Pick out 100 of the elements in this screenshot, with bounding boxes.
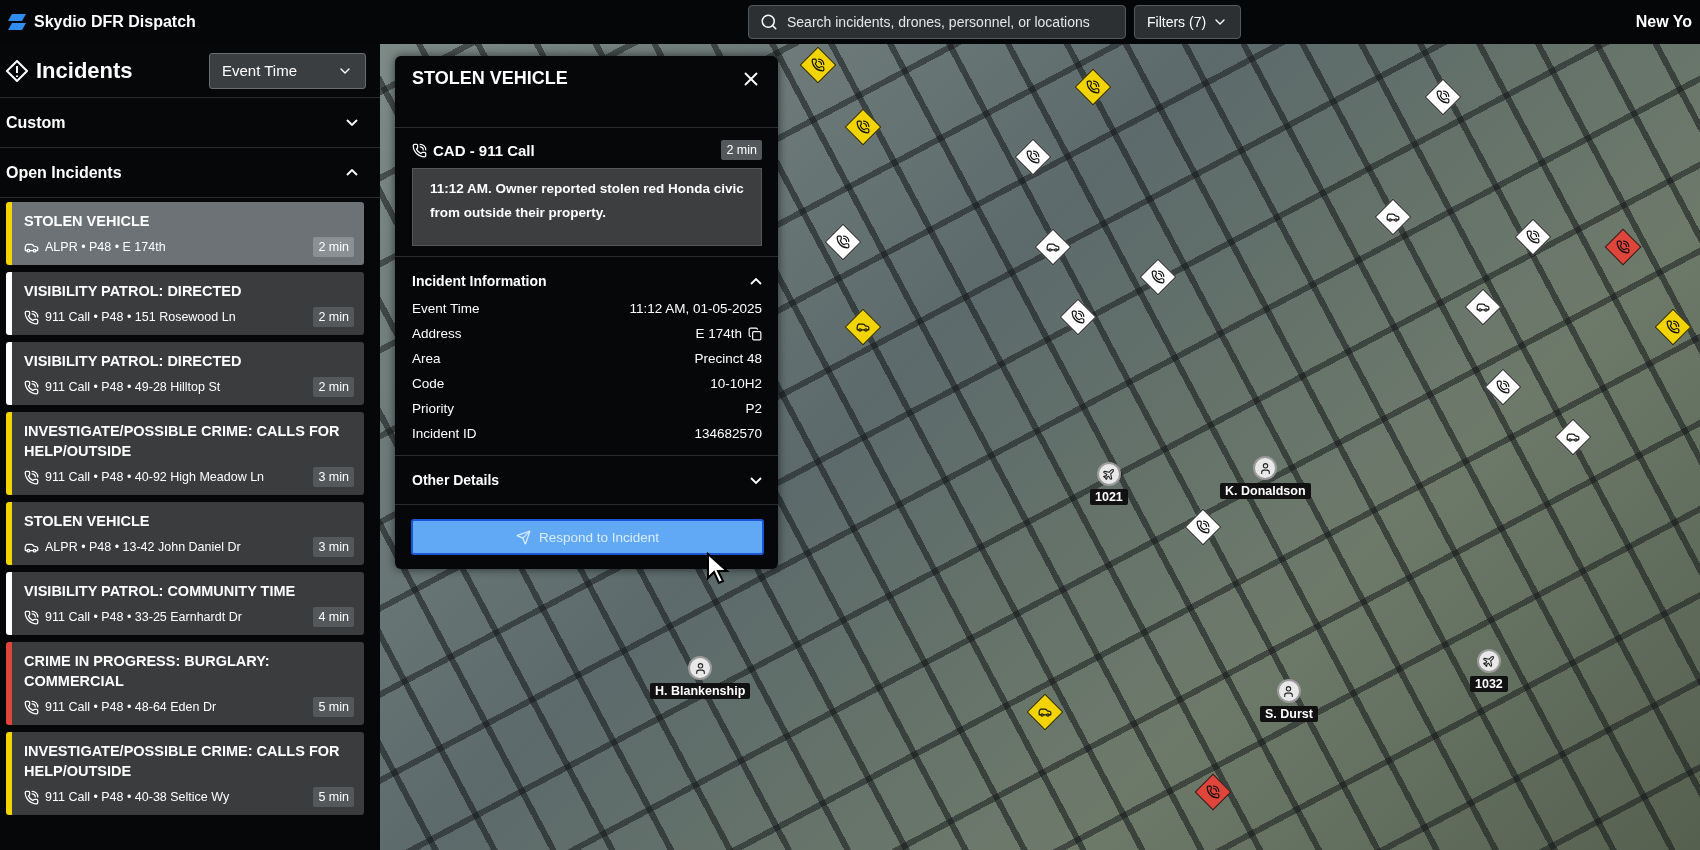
unit-label: 1021 [1090,489,1128,505]
incident-title: INVESTIGATE/POSSIBLE CRIME: CALLS FOR HELP/OUTSIDE [24,422,341,461]
phone-icon [856,120,870,134]
incident-card[interactable]: CRIME IN PROGRESS: BURGLARY: COMMERCIAL 911 Call • P48 • 48-64 Eden Dr 5 min [6,642,364,725]
source-label: CAD - 911 Call [433,141,536,159]
incidents-title: Incidents [36,57,134,84]
incident-age: 3 min [313,537,354,557]
phone-icon [412,142,427,158]
phone-icon [24,379,39,395]
officer-marker[interactable] [1253,456,1278,480]
group-header[interactable]: Custom [0,98,380,148]
car-icon [1038,705,1052,719]
person-icon [693,661,707,675]
incident-title: CRIME IN PROGRESS: BURGLARY: COMMERCIAL [24,652,271,691]
location-label: New Yo [1635,13,1692,31]
officer-marker[interactable] [688,656,713,680]
phone-icon [24,789,39,805]
incident-meta: 911 Call • P48 • 40-92 High Meadow Ln [45,470,266,484]
info-value: 11:12 AM, 01-05-2025 [629,301,762,316]
info-label: Address [412,326,462,341]
phone-icon [836,235,850,249]
incident-age: 4 min [313,607,354,627]
phone-icon [1436,90,1450,104]
send-icon [515,529,531,545]
incident-card[interactable]: VISIBILITY PATROL: COMMUNITY TIME 911 Call • P48 • 33-25 Earnhardt Dr 4 min [6,572,364,635]
incident-title: VISIBILITY PATROL: COMMUNITY TIME [24,582,297,601]
info-value: P2 [745,401,762,416]
incident-card[interactable]: STOLEN VEHICLE ALPR • P48 • 13-42 John Daniel Dr 3 min [6,502,364,565]
incident-card[interactable]: STOLEN VEHICLE ALPR • P48 • E 174th 2 min [6,202,364,265]
chevron-up-icon [346,169,358,176]
car-icon [1566,430,1580,444]
incident-meta: 911 Call • P48 • 33-25 Earnhardt Dr [45,610,243,624]
detail-title: STOLEN VEHICLE [412,68,568,89]
car-icon [856,320,870,334]
info-value: E 174th [695,326,742,341]
group-header[interactable]: Open Incidents [0,148,380,198]
phone-icon [811,58,825,72]
car-icon [1386,210,1400,224]
section-header[interactable]: Incident Information [412,269,762,293]
info-label: Incident ID [412,426,477,441]
incident-note: 11:12 AM. Owner reported stolen red Honda civic from outside their property. [412,168,762,246]
incident-title: INVESTIGATE/POSSIBLE CRIME: CALLS FOR HELP/OUTSIDE [24,742,341,781]
source-age: 2 min [721,140,762,160]
phone-icon [24,699,39,715]
logo-icon [8,14,26,30]
chevron-down-icon [750,476,762,484]
chevron-up-icon [750,277,762,285]
copy-icon[interactable] [748,326,762,341]
section-header[interactable]: Other Details [412,468,762,492]
info-value: 10-10H2 [710,376,762,391]
phone-icon [1071,310,1085,324]
incident-meta: 911 Call • P48 • 49-28 Hilltop St [45,380,222,394]
phone-icon [1026,150,1040,164]
officer-marker[interactable] [1276,679,1301,703]
incident-age: 5 min [313,697,354,717]
phone-icon [24,309,39,325]
phone-icon [1496,380,1510,394]
unit-label: K. Donaldson [1220,483,1311,499]
phone-icon [1086,80,1100,94]
sort-dropdown[interactable]: Event Time [209,52,366,89]
incident-meta: ALPR • P48 • 13-42 John Daniel Dr [45,540,242,554]
info-label: Event Time [412,301,480,316]
app-title: Skydio DFR Dispatch [34,13,196,31]
incident-age: 2 min [313,307,354,327]
incident-card[interactable]: VISIBILITY PATROL: DIRECTED 911 Call • P48 • 151 Rosewood Ln 2 min [6,272,364,335]
incident-age: 3 min [313,467,354,487]
incident-title: VISIBILITY PATROL: DIRECTED [24,282,243,301]
drone-icon [1102,467,1116,481]
unit-label: 1032 [1470,676,1508,692]
info-value: Precinct 48 [694,351,762,366]
car-icon [1476,300,1490,314]
incident-card[interactable]: INVESTIGATE/POSSIBLE CRIME: CALLS FOR HELP/OUTSIDE 911 Call • P48 • 40-92 High Meadow Ln 3 min [6,412,364,495]
info-label: Code [412,376,445,391]
incident-title: STOLEN VEHICLE [24,512,151,531]
phone-icon [1616,240,1630,254]
unit-label: H. Blankenship [650,683,751,699]
search-field[interactable]: Search incidents, drones, personnel, or locations [748,5,1126,39]
car-icon [1046,240,1060,254]
phone-icon [1151,270,1165,284]
incident-age: 2 min [313,237,354,257]
phone-icon [24,609,39,625]
drone-marker[interactable] [1476,649,1501,673]
incident-card[interactable]: INVESTIGATE/POSSIBLE CRIME: CALLS FOR HELP/OUTSIDE 911 Call • P48 • 40-38 Seltice Wy 5 min [6,732,364,815]
incident-meta: 911 Call • P48 • 40-38 Seltice Wy [45,790,231,804]
phone-icon [1526,230,1540,244]
incident-age: 2 min [313,377,354,397]
incident-card[interactable]: VISIBILITY PATROL: DIRECTED 911 Call • P48 • 49-28 Hilltop St 2 min [6,342,364,405]
incident-title: STOLEN VEHICLE [24,212,151,231]
search-icon [760,13,778,31]
drone-marker[interactable] [1096,462,1121,486]
chevron-down-icon [346,119,358,126]
incident-meta: 911 Call • P48 • 151 Rosewood Ln [45,310,237,324]
phone-icon [1196,520,1210,534]
alert-diamond-icon [6,59,28,82]
phone-icon [1206,785,1220,799]
phone-icon [24,469,39,485]
incident-meta: 911 Call • P48 • 48-64 Eden Dr [45,700,218,714]
person-icon [1258,461,1272,475]
unit-label: S. Durst [1260,706,1318,722]
filters-button[interactable]: Filters (7) [1134,5,1242,39]
